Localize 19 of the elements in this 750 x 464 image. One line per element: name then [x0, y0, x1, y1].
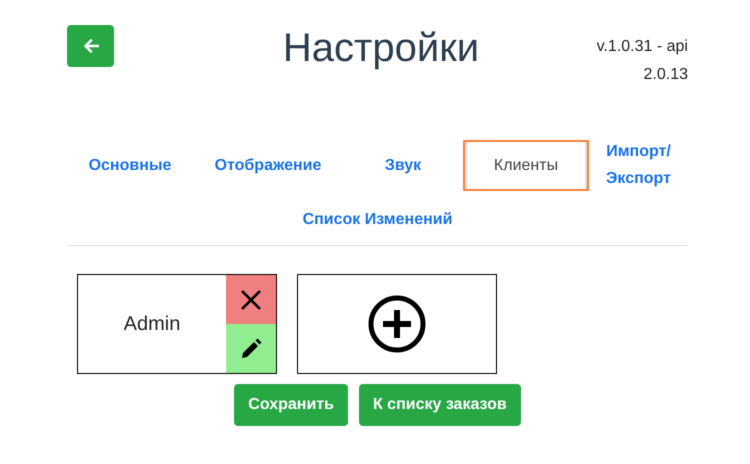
add-client-button[interactable] — [297, 274, 497, 374]
action-button[interactable]: К списку заказов — [358, 384, 521, 426]
tab[interactable]: Отображение — [193, 142, 343, 188]
back-button[interactable] — [67, 25, 114, 67]
tab[interactable]: Импорт/ Экспорт — [589, 128, 688, 202]
close-icon — [240, 288, 262, 310]
tab[interactable]: Звук — [343, 142, 463, 188]
action-button[interactable]: Сохранить — [234, 384, 348, 426]
tab[interactable]: Клиенты — [463, 140, 589, 190]
pencil-icon — [239, 336, 263, 360]
delete-button[interactable] — [226, 275, 276, 324]
version-text: v.1.0.31 - api 2.0.13 — [596, 37, 688, 85]
client-name: Admin — [122, 312, 182, 336]
page-title: Настройки — [282, 25, 480, 71]
plus-circle-icon — [367, 294, 427, 354]
edit-button[interactable] — [226, 324, 276, 373]
back-arrow-icon — [82, 39, 98, 53]
tab[interactable]: Основные — [67, 142, 193, 188]
tab[interactable]: Список Изменений — [67, 206, 688, 233]
